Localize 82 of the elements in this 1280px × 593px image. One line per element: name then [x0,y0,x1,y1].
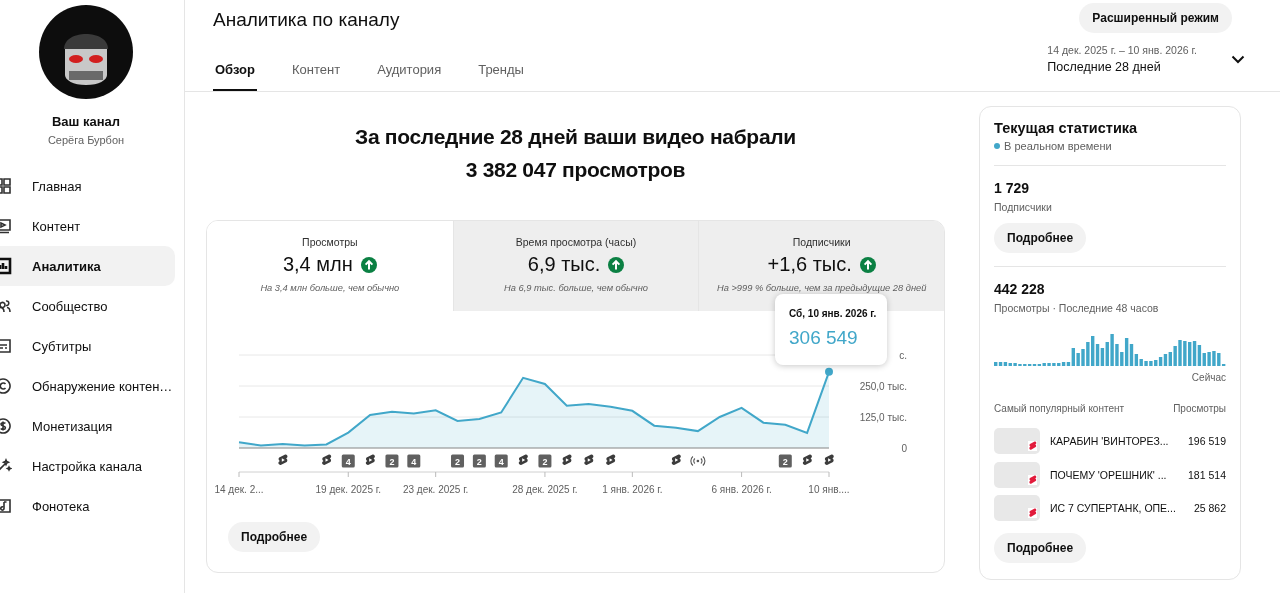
page-title: Аналитика по каналу [213,9,401,31]
more-button[interactable]: Подробнее [228,522,321,552]
tab[interactable]: Аудитория [375,59,444,91]
axis-label: 125,0 тыс. [859,412,907,423]
shorts-icon[interactable] [606,454,616,465]
live-icon[interactable] [690,455,706,467]
tab[interactable]: Контент [290,59,343,91]
shorts-icon [1028,441,1037,451]
sidebar-item[interactable]: Обнаружение контен… [0,366,175,406]
shorts-icon[interactable] [278,454,288,465]
subscriber-count: 1 729 [994,180,1031,196]
shorts-icon[interactable] [562,454,572,465]
sidebar-item[interactable]: Контент [0,206,175,246]
arrow-up-icon [360,256,377,273]
channel-label: Ваш канал [51,114,121,129]
video-thumbnail[interactable] [994,428,1040,454]
axis-label: 14 дек. 2... [214,484,264,495]
axis-label: 23 дек. 2025 г. [402,484,469,495]
tab[interactable]: Обзор [213,59,257,91]
shorts-icon[interactable] [365,454,375,465]
stat-label: Подписчики [994,201,1053,213]
video-title[interactable]: ПОЧЕМУ 'ОРЕШНИК' ... [1050,468,1189,481]
shorts-icon[interactable] [671,454,681,465]
live-label: В реальном времени [1004,140,1112,152]
video-title[interactable]: ИС 7 СУПЕРТАНК, ОПЕ... [1050,502,1194,514]
more-button[interactable]: Подробнее [994,223,1087,253]
chart-tooltip: Сб, 10 янв. 2026 г. 306 549 [775,294,887,365]
shorts-icon [1028,508,1037,518]
video-count-badge[interactable]: 2 [472,454,486,468]
view-count: 181 514 [1188,468,1226,481]
headline-total: 3 382 047 просмотров [465,157,686,183]
sidebar-item[interactable]: Фонотека [0,486,175,526]
advanced-mode-button[interactable]: Расширенный режим [1079,3,1232,33]
sidebar-item[interactable]: Субтитры [0,326,175,366]
data-point [825,367,833,376]
video-count-badge[interactable]: 2 [778,454,792,468]
column-header: Самый популярный контент [994,403,1125,414]
sidebar-item[interactable]: Главная [0,166,175,206]
axis-label: 0 [901,443,907,454]
video-thumbnail[interactable] [994,461,1040,488]
stat-label: Просмотры · Последние 48 часов [994,302,1160,314]
chevron-down-icon [1231,54,1245,64]
view-count: 25 862 [1193,502,1226,514]
sidebar-item[interactable]: Сообщество [0,286,175,326]
video-count-badge[interactable]: 4 [341,454,355,468]
video-title[interactable]: КАРАБИН 'ВИНТОРЕЗ... [1050,435,1189,447]
view-count: 196 519 [1188,435,1226,447]
video-count-badge[interactable]: 2 [538,454,552,468]
channel-name: Серёга Бурбон [47,134,125,146]
video-count-badge[interactable]: 4 [494,454,508,468]
more-button[interactable]: Подробнее [994,532,1087,563]
video-count-badge[interactable]: 2 [451,454,464,468]
axis-label: 1 янв. 2026 г. [602,484,663,495]
axis-label: 19 дек. 2025 г. [315,484,381,495]
axis-label: 250,0 тыс. [859,381,907,392]
column-header: Просмотры [1173,403,1226,414]
axis-label: 10 янв.... [808,484,850,495]
arrow-up-icon [859,256,876,273]
period-selector[interactable]: 14 дек. 2025 г. – 10 янв. 2026 г. Последние 28 дней [1047,44,1245,74]
sidebar-item[interactable]: Аналитика [0,246,175,286]
metric-tab[interactable]: Время просмотра (часы) 6,9 тыс. На 6,9 тыс. больше, чем обычно [452,221,699,311]
card-title: Текущая статистика [994,120,1139,136]
video-count-badge[interactable]: 4 [407,454,421,468]
axis-label: 28 дек. 2025 г. [512,484,578,495]
view-count: 442 228 [994,281,1046,297]
shorts-icon[interactable] [518,454,528,465]
arrow-up-icon [608,256,625,273]
shorts-icon[interactable] [322,454,332,465]
video-count-badge[interactable]: 2 [385,454,399,468]
tab[interactable]: Тренды [476,59,526,91]
sidebar-item[interactable]: Монетизация [0,406,175,446]
sidebar-item[interactable]: Настройка канала [0,446,175,486]
axis-label: 6 янв. 2026 г. [711,484,772,495]
now-label: Сейчас [1191,372,1226,383]
axis-label: с. [899,350,907,361]
shorts-icon [1028,474,1037,485]
live-dot-icon [994,143,1000,149]
video-thumbnail[interactable] [994,495,1040,521]
shorts-icon[interactable] [824,454,834,465]
shorts-icon[interactable] [584,454,594,465]
headline: За последние 28 дней ваши видео набрали [355,124,796,150]
shorts-icon[interactable] [802,454,812,465]
